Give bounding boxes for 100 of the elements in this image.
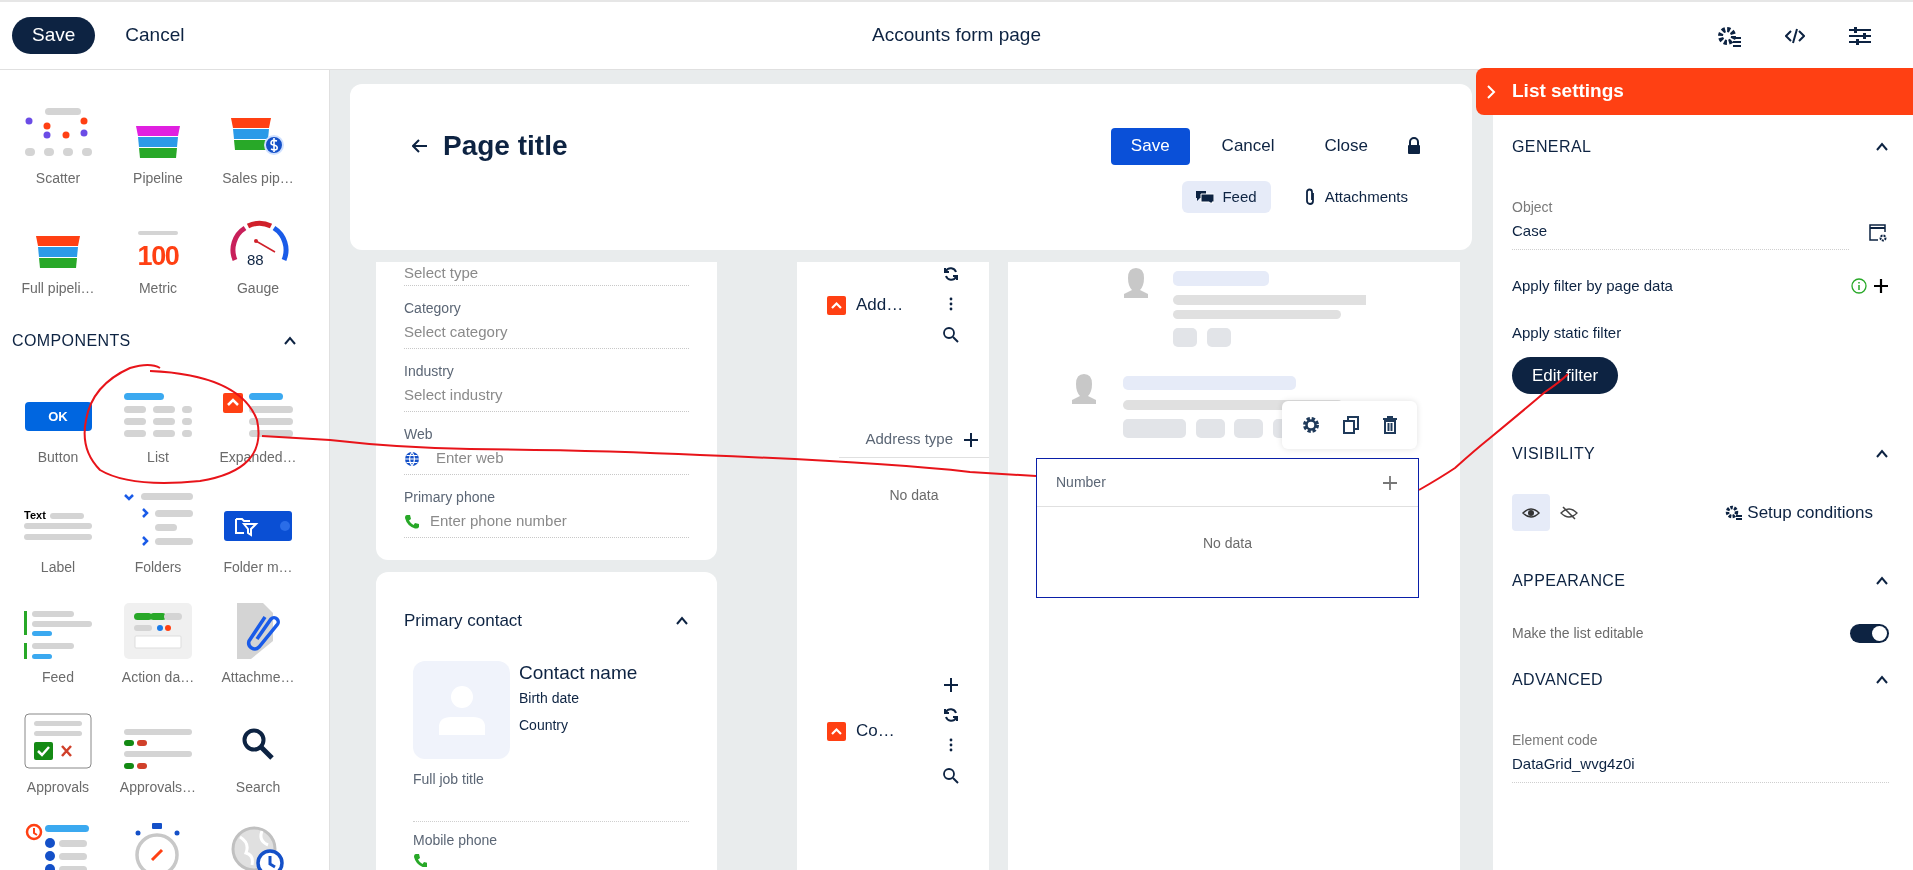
select-field[interactable]: Select category bbox=[404, 321, 689, 344]
close-button[interactable]: Close bbox=[1306, 127, 1386, 165]
expanded-list-icon bbox=[223, 393, 293, 439]
text-lines-icon bbox=[24, 523, 92, 541]
panel-title: List settings bbox=[1512, 79, 1624, 104]
palette-item-label[interactable]: Button bbox=[37, 447, 79, 468]
contact-name: Contact name bbox=[519, 660, 638, 685]
phone-icon bbox=[404, 513, 420, 530]
birth-date: Birth date bbox=[519, 688, 580, 708]
palette-item-label[interactable]: Gauge bbox=[236, 278, 279, 299]
empty-message: No data bbox=[1202, 535, 1252, 551]
field-label: Web bbox=[404, 426, 434, 443]
add-icon[interactable] bbox=[1873, 277, 1889, 294]
section-heading: GENERAL bbox=[1512, 137, 1592, 157]
action-dashboard-icon bbox=[124, 603, 192, 659]
window-settings-icon[interactable] bbox=[1869, 223, 1887, 242]
search-icon[interactable] bbox=[942, 767, 960, 785]
collapse-toggle-icon[interactable] bbox=[827, 721, 846, 741]
folder-filter-icon bbox=[224, 511, 292, 541]
approvals-list-icon bbox=[124, 729, 192, 769]
setup-conditions-button[interactable]: Setup conditions bbox=[1725, 499, 1873, 526]
save-button[interactable]: Save bbox=[1110, 127, 1190, 165]
tab[interactable]: Attachments bbox=[1290, 181, 1422, 213]
lock-icon[interactable] bbox=[1406, 137, 1422, 155]
column-header: Number bbox=[1056, 473, 1106, 492]
tab[interactable]: Feed bbox=[1182, 181, 1271, 213]
copy-icon[interactable] bbox=[1343, 416, 1360, 434]
feed-icon bbox=[24, 611, 92, 659]
trash-icon[interactable] bbox=[1383, 416, 1398, 434]
paperclip-icon bbox=[1304, 188, 1317, 206]
field-label: Industry bbox=[404, 363, 455, 380]
palette-item-label[interactable]: Folders bbox=[134, 557, 182, 578]
select-field[interactable]: Select type bbox=[404, 262, 689, 285]
page-title: Page title bbox=[443, 129, 568, 163]
refresh-icon[interactable] bbox=[943, 707, 959, 723]
palette-item-label[interactable]: Full pipeli… bbox=[21, 278, 95, 299]
window-title: Accounts form page bbox=[872, 24, 1041, 46]
eye-off-icon bbox=[1560, 504, 1578, 521]
palette-item-label[interactable]: Approvals… bbox=[119, 777, 197, 798]
info-icon[interactable] bbox=[1851, 277, 1867, 294]
palette-item-label[interactable]: Sales pip… bbox=[222, 168, 294, 189]
palette-item-label[interactable]: List bbox=[147, 447, 169, 468]
edit-filter-button[interactable]: Edit filter bbox=[1512, 357, 1619, 394]
list-grid-icon bbox=[124, 393, 192, 439]
collapse-panel-icon[interactable] bbox=[1486, 83, 1496, 100]
settings-icon[interactable] bbox=[1717, 24, 1741, 47]
ok-button-preview: OK bbox=[24, 402, 92, 431]
palette-item-label[interactable]: Action da… bbox=[121, 667, 195, 688]
field-label: Mobile phone bbox=[413, 830, 499, 850]
palette-item-label[interactable]: Scatter bbox=[35, 168, 81, 189]
add-icon[interactable] bbox=[943, 677, 959, 693]
field-label: Category bbox=[404, 300, 462, 317]
job-title: Full job title bbox=[413, 770, 484, 787]
refresh-icon[interactable] bbox=[943, 266, 959, 282]
palette-item-label[interactable]: Attachme… bbox=[221, 667, 295, 688]
list-title: Co… bbox=[856, 720, 896, 743]
text-field[interactable]: Enter web bbox=[436, 447, 689, 470]
card-title: Primary contact bbox=[404, 610, 523, 632]
funnel-chart-icon bbox=[36, 236, 80, 270]
collapse-toggle-icon[interactable] bbox=[827, 295, 846, 315]
metric-bar-icon bbox=[138, 231, 178, 235]
cancel-button[interactable]: Cancel bbox=[1203, 127, 1293, 165]
phone-icon bbox=[413, 852, 427, 867]
palette-item-label[interactable]: Pipeline bbox=[133, 168, 183, 189]
timeline-icon bbox=[25, 823, 91, 870]
field-value: DataGrid_wvg4z0i bbox=[1512, 754, 1636, 774]
globe-icon bbox=[404, 450, 420, 467]
gears-icon bbox=[1725, 503, 1744, 522]
object-field[interactable]: Object Case bbox=[1512, 197, 1849, 250]
add-icon[interactable] bbox=[963, 431, 979, 448]
palette-item-label[interactable]: Search bbox=[235, 777, 281, 798]
text-sample: Text bbox=[24, 510, 46, 521]
palette-item-label[interactable]: Metric bbox=[138, 278, 178, 299]
palette-item-label[interactable]: Label bbox=[40, 557, 76, 578]
section-heading: ADVANCED bbox=[1512, 670, 1603, 690]
setting-label: Apply static filter bbox=[1512, 324, 1622, 341]
search-icon bbox=[241, 727, 275, 761]
palette-item-label[interactable]: Feed bbox=[42, 667, 74, 688]
search-icon[interactable] bbox=[942, 326, 960, 344]
cancel-button[interactable]: Cancel bbox=[125, 21, 185, 50]
text-field[interactable]: Enter phone number bbox=[430, 510, 689, 533]
section-heading: VISIBILITY bbox=[1512, 444, 1596, 464]
back-arrow-icon[interactable] bbox=[412, 139, 428, 153]
section-heading: COMPONENTS bbox=[12, 331, 131, 351]
palette-item-label[interactable]: Folder m… bbox=[223, 557, 293, 578]
editable-switch[interactable] bbox=[1850, 624, 1889, 643]
field-label: Element code bbox=[1512, 731, 1599, 750]
setting-label: Apply filter by page data bbox=[1512, 275, 1674, 296]
visible-toggle[interactable] bbox=[1512, 494, 1550, 531]
settings-icon[interactable] bbox=[1301, 416, 1320, 434]
field-label: Primary phone bbox=[404, 489, 497, 506]
select-field[interactable]: Select industry bbox=[404, 384, 689, 407]
empty-message: No data bbox=[889, 487, 939, 503]
country: Country bbox=[519, 715, 570, 735]
metric-value: 100 bbox=[137, 243, 179, 270]
sliders-icon[interactable] bbox=[1849, 25, 1871, 46]
save-button[interactable]: Save bbox=[12, 17, 96, 54]
approval-card-icon bbox=[24, 713, 92, 769]
setting-label: Make the list editable bbox=[1512, 624, 1644, 643]
palette-item-label[interactable]: Approvals bbox=[26, 777, 90, 798]
